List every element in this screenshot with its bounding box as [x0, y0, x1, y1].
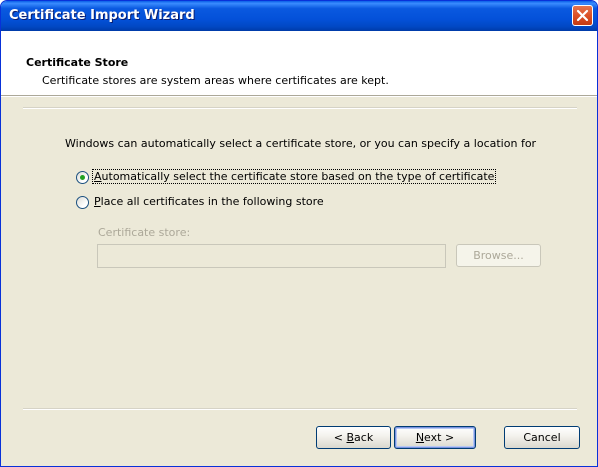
- page-subtitle: Certificate stores are system areas wher…: [42, 74, 389, 87]
- page-title: Certificate Store: [26, 56, 129, 69]
- radio-selected-dot: [80, 175, 85, 180]
- back-button[interactable]: < Back: [316, 426, 391, 449]
- radio-place-in-store-circle[interactable]: [76, 196, 89, 209]
- cancel-button[interactable]: Cancel: [504, 426, 580, 449]
- window-title: Certificate Import Wizard: [9, 8, 195, 23]
- browse-button[interactable]: Browse...: [456, 244, 541, 267]
- certificate-store-field[interactable]: [97, 244, 446, 268]
- radio-place-in-store-label[interactable]: Place all certificates in the following …: [94, 195, 324, 208]
- footer-divider: [23, 408, 577, 410]
- certificate-store-label: Certificate store:: [98, 226, 191, 239]
- close-icon: [576, 9, 589, 22]
- wizard-window: Certificate Import Wizard Certificate St…: [0, 0, 598, 467]
- content-divider: [23, 107, 577, 109]
- title-bar[interactable]: Certificate Import Wizard: [1, 1, 597, 31]
- radio-auto-select-label[interactable]: Automatically select the certificate sto…: [91, 169, 497, 184]
- next-button[interactable]: Next >: [394, 426, 476, 449]
- header-divider: [1, 95, 597, 97]
- close-button[interactable]: [572, 5, 593, 26]
- intro-text: Windows can automatically select a certi…: [65, 137, 537, 150]
- wizard-header: Certificate Store Certificate stores are…: [1, 31, 597, 95]
- radio-auto-select-circle[interactable]: [76, 171, 89, 184]
